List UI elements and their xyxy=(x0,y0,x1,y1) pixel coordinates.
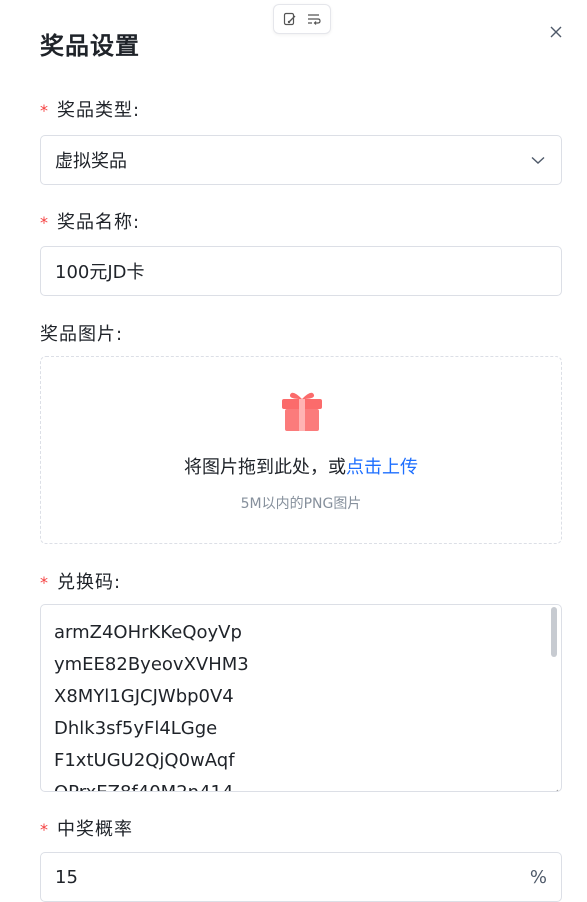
prize-image-label: 奖品图片: xyxy=(40,324,124,345)
chevron-down-icon xyxy=(529,151,547,169)
prize-type-value: 虚拟奖品 xyxy=(55,151,127,172)
scrollbar-thumb[interactable] xyxy=(551,607,557,657)
win-rate-label-text: 中奖概率 xyxy=(57,819,133,840)
prize-name-label-text: 奖品名称: xyxy=(57,212,141,233)
win-rate-value: 15 xyxy=(55,866,78,888)
required-mark: * xyxy=(40,573,49,592)
required-mark: * xyxy=(40,101,49,120)
percent-suffix: % xyxy=(529,866,547,888)
upload-instruction: 将图片拖到此处，或点击上传 xyxy=(41,453,561,479)
redeem-codes-label: * 兑换码: xyxy=(40,568,121,594)
required-mark: * xyxy=(40,213,49,232)
upload-link[interactable]: 点击上传 xyxy=(346,457,418,478)
dialog-title: 奖品设置 xyxy=(40,32,140,60)
win-rate-input[interactable]: 15 % xyxy=(40,852,562,902)
wrap-lines-icon[interactable] xyxy=(307,12,321,26)
prize-name-input[interactable]: 100元JD卡 xyxy=(40,246,562,296)
required-mark: * xyxy=(40,820,49,839)
upload-hint: 5M以内的PNG图片 xyxy=(240,496,362,512)
prize-name-value: 100元JD卡 xyxy=(55,262,145,283)
redeem-codes-textarea[interactable]: armZ4OHrKKeQoyVp ymEE82ByeovXVHM3 X8MYl1… xyxy=(40,604,562,792)
gift-icon xyxy=(280,387,324,433)
drop-text: 将图片拖到此处，或 xyxy=(184,457,346,478)
redeem-codes-label-text: 兑换码: xyxy=(57,572,122,593)
prize-type-label-text: 奖品类型: xyxy=(57,100,141,121)
edit-note-icon[interactable] xyxy=(283,12,297,26)
prize-type-select[interactable]: 虚拟奖品 xyxy=(40,135,562,185)
redeem-codes-value: armZ4OHrKKeQoyVp ymEE82ByeovXVHM3 X8MYl1… xyxy=(54,622,249,791)
close-icon[interactable] xyxy=(548,24,564,40)
editor-toolbar-chip xyxy=(273,4,331,34)
prize-type-label: * 奖品类型: xyxy=(40,96,140,122)
resize-handle-icon[interactable] xyxy=(551,781,559,791)
image-upload-dropzone[interactable]: 将图片拖到此处，或点击上传 5M以内的PNG图片 xyxy=(40,356,562,544)
prize-name-label: * 奖品名称: xyxy=(40,208,140,234)
win-rate-label: * 中奖概率 xyxy=(40,815,133,841)
